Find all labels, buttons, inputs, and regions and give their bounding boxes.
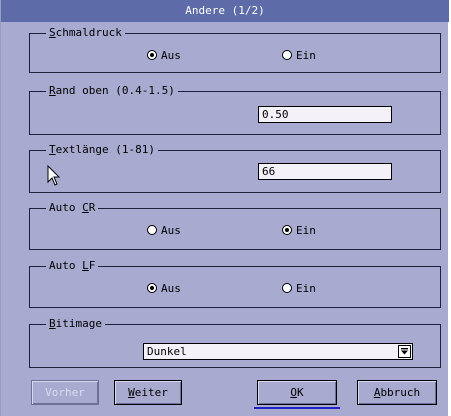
radio-auto-lf-ein[interactable]: Ein: [282, 281, 316, 295]
rand-oben-input[interactable]: 0.50: [258, 106, 392, 123]
radio-schmaldruck-aus[interactable]: Aus: [147, 48, 181, 62]
radio-auto-cr-aus[interactable]: Aus: [147, 223, 181, 237]
group-auto-lf: Auto LF Aus Ein: [29, 259, 441, 308]
group-bitimage: Bitimage Dunkel: [29, 317, 441, 368]
group-label-auto-lf: Auto LF: [46, 259, 99, 273]
group-label-auto-cr: Auto CR: [46, 201, 99, 215]
group-label-textlaenge: Textlänge (1-81): [46, 143, 158, 157]
radio-indicator-selected: [147, 50, 157, 60]
abbruch-button[interactable]: Abbruch: [357, 380, 437, 405]
radio-indicator: [147, 225, 157, 235]
dropdown-arrow-icon[interactable]: [398, 345, 411, 358]
bitimage-select[interactable]: Dunkel: [143, 343, 413, 360]
radio-indicator-selected: [147, 283, 157, 293]
group-label-schmaldruck: Schmaldruck: [46, 26, 125, 40]
group-textlaenge: Textlänge (1-81) 66: [29, 143, 441, 193]
weiter-button[interactable]: Weiter: [114, 380, 182, 405]
group-label-rand-oben: Rand oben (0.4-1.5): [46, 84, 178, 98]
focus-indicator: [254, 407, 340, 409]
textlaenge-input[interactable]: 66: [258, 163, 392, 180]
group-rand-oben: Rand oben (0.4-1.5) 0.50: [29, 84, 441, 135]
ok-button[interactable]: OK: [257, 380, 337, 405]
radio-schmaldruck-ein[interactable]: Ein: [282, 48, 316, 62]
radio-indicator: [282, 50, 292, 60]
radio-auto-cr-ein[interactable]: Ein: [282, 223, 316, 237]
dialog-title: Andere (1/2): [1, 0, 449, 22]
group-auto-cr: Auto CR Aus Ein: [29, 201, 441, 250]
radio-auto-lf-aus[interactable]: Aus: [147, 281, 181, 295]
options-dialog: Andere (1/2) Schmaldruck Aus Ein Rand ob…: [0, 0, 449, 416]
group-schmaldruck: Schmaldruck Aus Ein: [29, 26, 441, 73]
radio-indicator: [282, 283, 292, 293]
mouse-pointer-icon: [47, 165, 61, 186]
vorher-button[interactable]: Vorher: [31, 380, 99, 405]
radio-indicator-selected: [282, 225, 292, 235]
group-label-bitimage: Bitimage: [46, 317, 105, 331]
